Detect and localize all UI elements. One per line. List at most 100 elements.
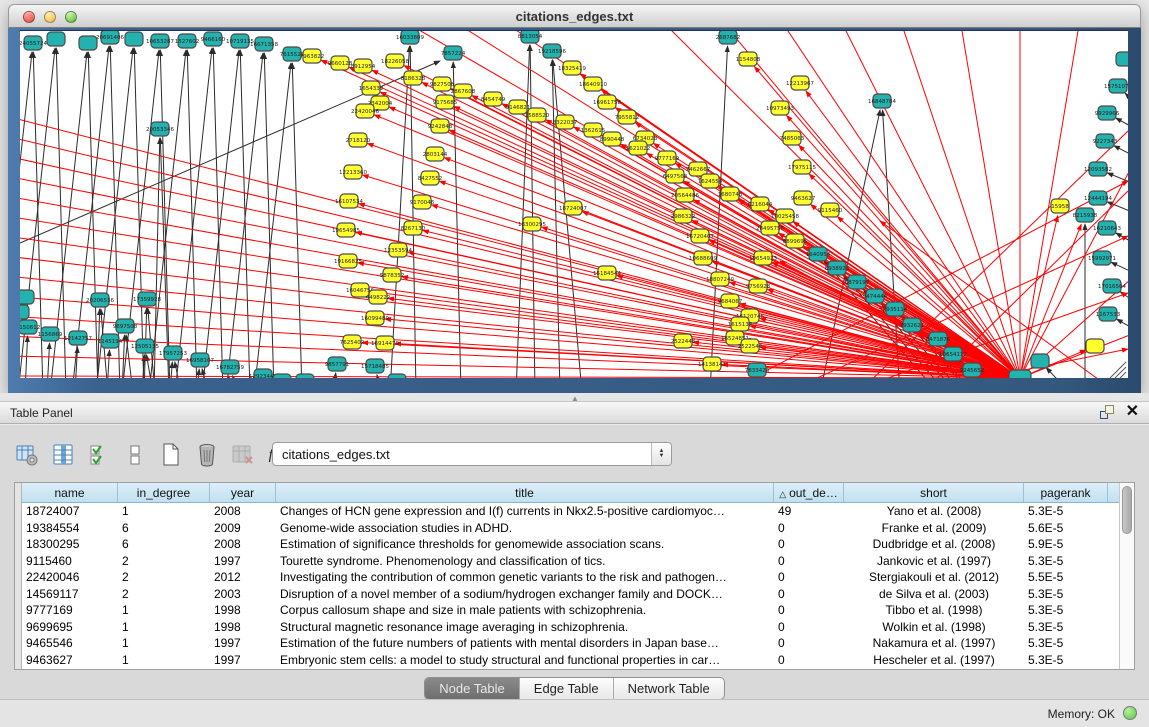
- node-label: 20564486: [671, 193, 699, 199]
- table-cell: 49: [774, 503, 844, 520]
- citation-edge-black[interactable]: [25, 336, 28, 378]
- node-label: 9466160: [201, 37, 226, 43]
- citation-edge-black[interactable]: [1114, 146, 1128, 155]
- table-cell: 5.3E-5: [1024, 635, 1108, 652]
- node-label: 9756928: [746, 284, 771, 290]
- column-header-in_degree[interactable]: in_degree: [118, 483, 210, 502]
- table-row[interactable]: 911546021997Tourette syndrome. Phenomeno…: [22, 553, 1119, 570]
- node-label: 9463627: [791, 196, 816, 202]
- node-label: 15718485: [361, 364, 389, 370]
- citation-edge-black[interactable]: [1111, 262, 1128, 272]
- table-row[interactable]: 1830029562008Estimation of significance …: [22, 536, 1119, 553]
- table-scrollbar[interactable]: [1119, 483, 1134, 669]
- window-titlebar[interactable]: citations_edges.txt: [8, 4, 1141, 28]
- node-label: 2935114: [883, 307, 908, 313]
- table-cell: 0: [774, 569, 844, 586]
- node-label: 9929966: [1095, 111, 1120, 117]
- table-row[interactable]: 946554611997Estimation of the future num…: [22, 635, 1119, 652]
- column-header-name[interactable]: name: [22, 483, 118, 502]
- citing-node[interactable]: [79, 36, 97, 50]
- table-cell: Yano et al. (2008): [844, 503, 1024, 520]
- new-document-button[interactable]: [158, 442, 184, 468]
- tab-network-table[interactable]: Network Table: [614, 678, 724, 699]
- node-label: 18807249: [706, 277, 734, 283]
- dropdown-stepper-icon[interactable]: ▲▼: [651, 443, 671, 465]
- node-label: 16720407: [686, 234, 714, 240]
- citation-edge-black[interactable]: [88, 52, 98, 378]
- citation-edge-red[interactable]: [20, 136, 1020, 378]
- citation-edge-black[interactable]: [107, 350, 109, 378]
- citation-edge-black[interactable]: [264, 53, 274, 378]
- table-row[interactable]: 2242004622012Investigating the contribut…: [22, 569, 1119, 586]
- table-cell: 1997: [210, 553, 276, 570]
- panel-splitter[interactable]: ▲: [0, 393, 1149, 401]
- scrollbar-thumb[interactable]: [1122, 486, 1132, 534]
- citation-edge-red[interactable]: [1020, 151, 1128, 378]
- node-label: 7462667: [686, 167, 711, 173]
- cited-node[interactable]: [1086, 339, 1104, 353]
- tab-node-table[interactable]: Node Table: [425, 678, 520, 699]
- node-label: 10654112: [939, 352, 967, 358]
- node-label: 16958107: [186, 358, 214, 364]
- node-label: 1615132: [728, 322, 753, 328]
- citation-edge-black[interactable]: [1046, 368, 1070, 378]
- table-row[interactable]: 1938455462009Genome-wide association stu…: [22, 520, 1119, 537]
- row-header-strip: [15, 483, 22, 669]
- column-header-pagerank[interactable]: pagerank: [1024, 483, 1108, 502]
- table-cell: 2: [118, 553, 210, 570]
- citing-node[interactable]: [296, 374, 314, 378]
- table-row[interactable]: 1456911722003Disruption of a novel membe…: [22, 586, 1119, 603]
- table-selector-dropdown[interactable]: citations_edges.txt ▲▼: [272, 442, 672, 466]
- table-row[interactable]: 969969511998Structural magnetic resonanc…: [22, 619, 1119, 636]
- node-label: 14138141: [698, 362, 726, 368]
- citation-edge-black[interactable]: [333, 373, 336, 378]
- node-label: 12505135: [131, 344, 159, 350]
- node-label: 19654985: [332, 228, 360, 234]
- column-header-out_de[interactable]: △out_de…: [774, 483, 844, 502]
- node-label: 10653287: [146, 39, 174, 45]
- column-header-year[interactable]: year: [210, 483, 276, 502]
- citation-edge-black[interactable]: [1107, 173, 1128, 183]
- unselect-all-button[interactable]: [122, 442, 148, 468]
- citation-edge-black[interactable]: [149, 50, 186, 378]
- network-canvas[interactable]: 2405572420691406106532871527602946616010…: [20, 30, 1128, 378]
- tab-edge-table[interactable]: Edge Table: [520, 678, 614, 699]
- node-label: 1167533: [1096, 312, 1121, 318]
- citing-node[interactable]: [388, 374, 406, 378]
- citation-edge-red[interactable]: [1020, 31, 1080, 378]
- table-row[interactable]: 1872400712008Changes of HCN gene express…: [22, 503, 1119, 520]
- node-label: 9175685: [433, 100, 458, 106]
- citation-edge-black[interactable]: [47, 343, 50, 378]
- close-panel-icon[interactable]: ✕: [1126, 405, 1139, 419]
- table-cell: 18300295: [22, 536, 118, 553]
- citing-node[interactable]: [1116, 52, 1128, 66]
- table-cell: 19384554: [22, 520, 118, 537]
- citation-edge-red[interactable]: [356, 232, 1020, 378]
- canvas-resize-grip-icon[interactable]: [1120, 372, 1126, 378]
- citation-edge-black[interactable]: [1116, 118, 1128, 127]
- table-row[interactable]: 977716911998Corpus callosum shape and si…: [22, 602, 1119, 619]
- select-column-button[interactable]: [50, 442, 76, 468]
- citation-edge-black[interactable]: [1117, 319, 1128, 328]
- node-label: 2803144: [423, 152, 448, 158]
- select-all-button[interactable]: [86, 442, 112, 468]
- table-header-row: namein_degreeyeartitle△out_de…shortpager…: [22, 483, 1119, 503]
- citing-node[interactable]: [20, 305, 29, 319]
- citation-edge-black[interactable]: [1125, 93, 1128, 100]
- citing-node[interactable]: [273, 374, 291, 378]
- citation-network-graph[interactable]: 2405572420691406106532871527602946616010…: [20, 31, 1128, 378]
- citing-node[interactable]: [47, 32, 65, 46]
- citing-node[interactable]: [20, 290, 34, 304]
- float-panel-icon[interactable]: [1100, 405, 1114, 419]
- canvas-resize-grip-icon[interactable]: [1115, 367, 1126, 378]
- hub-node[interactable]: [1009, 370, 1031, 378]
- column-header-title[interactable]: title: [276, 483, 774, 502]
- citing-node[interactable]: [1031, 354, 1049, 368]
- table-settings-button[interactable]: [14, 442, 40, 468]
- citing-node[interactable]: [125, 32, 143, 46]
- column-header-short[interactable]: short: [844, 483, 1024, 502]
- node-label: 17016504: [1098, 284, 1126, 290]
- citation-edge-black[interactable]: [170, 362, 172, 378]
- table-row[interactable]: 946362711997Embryonic stem cells: a mode…: [22, 652, 1119, 669]
- delete-trash-button[interactable]: [194, 442, 220, 468]
